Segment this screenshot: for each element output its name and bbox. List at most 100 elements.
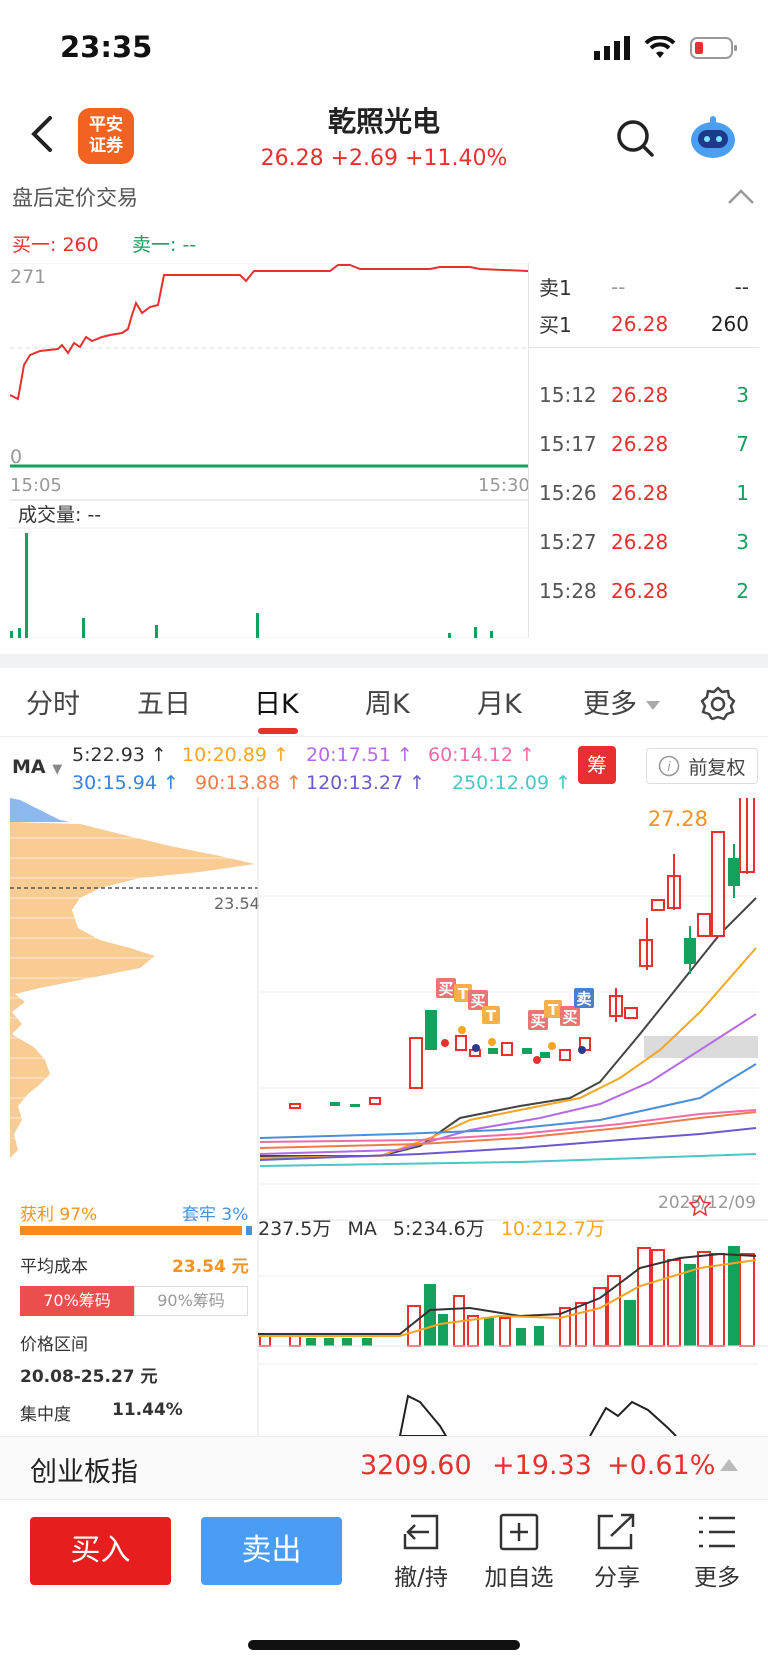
ma-value: 120:13.27 ↑ [306,772,426,794]
signal: 买 [562,1008,577,1026]
ma-selector[interactable]: MA ▼ [12,756,62,778]
more-label: 更多 [694,1565,740,1591]
adjust-mode-button[interactable]: i 前复权 [646,748,758,784]
ma-value: 10:20.89 ↑ [182,744,289,766]
expand-up-icon[interactable] [720,1459,738,1471]
ma-value: 5:22.93 ↑ [72,744,167,766]
tab-zhouk[interactable]: 周K [365,682,410,721]
search-icon[interactable] [615,118,655,158]
price-range-label: 价格区间 [20,1335,88,1355]
share-icon [597,1513,635,1550]
chevron-up-icon[interactable] [726,186,756,206]
chip-profit: 获利 97% [20,1205,98,1225]
trade-qty: 2 [736,579,749,603]
adjust-mode-label: 前复权 [688,756,746,779]
tab-rik[interactable]: 日K [254,682,299,721]
share-button[interactable]: 分享 [572,1512,662,1592]
trade-qty: 3 [736,383,749,407]
chip-distribution-badge[interactable]: 筹 [578,746,616,784]
assistant-robot-icon[interactable] [688,112,738,162]
trade-row: 15:12 26.28 3 [529,371,759,419]
signal: T [486,1007,497,1025]
after-hours-buy1: 买一: 260 [12,234,99,256]
order-book: 卖1 -- -- 买1 26.28 260 15:08 26.28 5 15:1… [528,263,759,638]
ma-value: 30:15.94 ↑ [72,772,179,794]
ma-value: 20:17.51 ↑ [306,744,413,766]
chip-tab-70[interactable]: 70%筹码 [20,1286,134,1316]
buy-button[interactable]: 买入 [30,1517,171,1585]
volume-bars [258,1246,757,1347]
tab-yuek[interactable]: 月K [477,682,522,721]
tab-more[interactable]: 更多 [583,682,660,721]
volume-ma10: 10:212.7万 [500,1218,605,1240]
battery-icon [690,37,737,59]
cancel-hold-button[interactable]: 撤/持 [376,1512,466,1592]
index-percent: +0.61% [607,1450,716,1481]
index-change: +19.33 [492,1450,592,1481]
trade-time: 15:26 [539,481,597,505]
candles [289,798,755,1217]
after-hours-price-line [10,264,528,401]
after-hours-xstart: 15:05 [10,475,62,496]
chip-trapped-bar [246,1226,252,1235]
order-book-price: 26.28 [611,311,669,336]
indicator-line [589,1400,677,1436]
index-name: 创业板指 [30,1457,138,1488]
trade-price: 26.28 [611,481,669,505]
cost-line-label: 23.54 [214,894,260,913]
cancel-hold-label: 撤/持 [394,1565,448,1591]
tab-divider [0,736,768,737]
more-button[interactable]: 更多 [672,1512,762,1592]
trade-row: 15:17 26.28 7 [529,420,759,468]
trade-qty: 1 [736,481,749,505]
trade-row: 15:27 26.28 3 [529,518,759,566]
trade-signals: 买 T 买 T 买 T 买 卖 [436,978,594,1030]
chip-tab-90[interactable]: 90%筹码 [134,1286,248,1316]
trade-qty: 7 [736,432,749,456]
signal: T [458,985,469,1003]
order-book-price: -- [611,274,626,299]
cancel-hold-icon [403,1514,439,1550]
order-book-label: 买1 [539,313,572,337]
menu-icon [699,1516,735,1548]
price-range-value: 20.08-25.27 元 [20,1367,158,1387]
chip-tabs: 70%筹码 90%筹码 [20,1286,248,1316]
order-book-row: 买1 26.28 260 [529,300,759,348]
caret-down-icon [645,701,660,710]
after-hours-volume-bars [10,533,493,638]
tab-wuri[interactable]: 五日 [137,682,191,721]
chip-trapped: 套牢 3% [182,1205,249,1225]
after-hours-sell1: 卖一: -- [132,234,197,256]
svg-text:i: i [668,760,672,775]
avg-cost-label: 平均成本 [20,1257,88,1277]
ma-value: 250:12.09 ↑ [452,772,572,794]
signal-icon [594,36,630,60]
chip-histogram: 23.54 [10,798,260,1158]
trade-price: 26.28 [611,383,669,407]
tab-fenshi[interactable]: 分时 [26,682,80,721]
section-divider [0,654,768,668]
trade-price: 26.28 [611,530,669,554]
avg-cost-value: 23.54 元 [172,1257,249,1277]
caret-down-icon: ▼ [52,762,63,777]
sell-button[interactable]: 卖出 [201,1517,342,1585]
trade-time: 15:27 [539,530,597,554]
index-value: 3209.60 [360,1450,472,1481]
volume-ma5: 5:234.6万 [392,1218,485,1240]
chip-profit-bar [20,1226,242,1235]
kline-chart[interactable]: 23.54 27.28 2025/12/09 买 T 买 T 买 T 买 卖 [0,798,768,1436]
ma-value: 60:14.12 ↑ [428,744,535,766]
after-hours-xend: 15:30 [478,475,528,496]
trade-time: 15:12 [539,383,597,407]
add-watchlist-button[interactable]: 加自选 [474,1512,564,1592]
info-icon: i [659,755,680,777]
kline-high-label: 27.28 [648,807,708,831]
settings-gear-icon[interactable] [700,686,736,722]
signal: 卖 [576,990,591,1008]
add-watchlist-icon [499,1513,539,1551]
order-book-label: 卖1 [539,276,572,300]
trade-time: 15:28 [539,579,597,603]
indicator-line [398,1394,448,1436]
share-label: 分享 [594,1565,640,1591]
trade-price: 26.28 [611,579,669,603]
